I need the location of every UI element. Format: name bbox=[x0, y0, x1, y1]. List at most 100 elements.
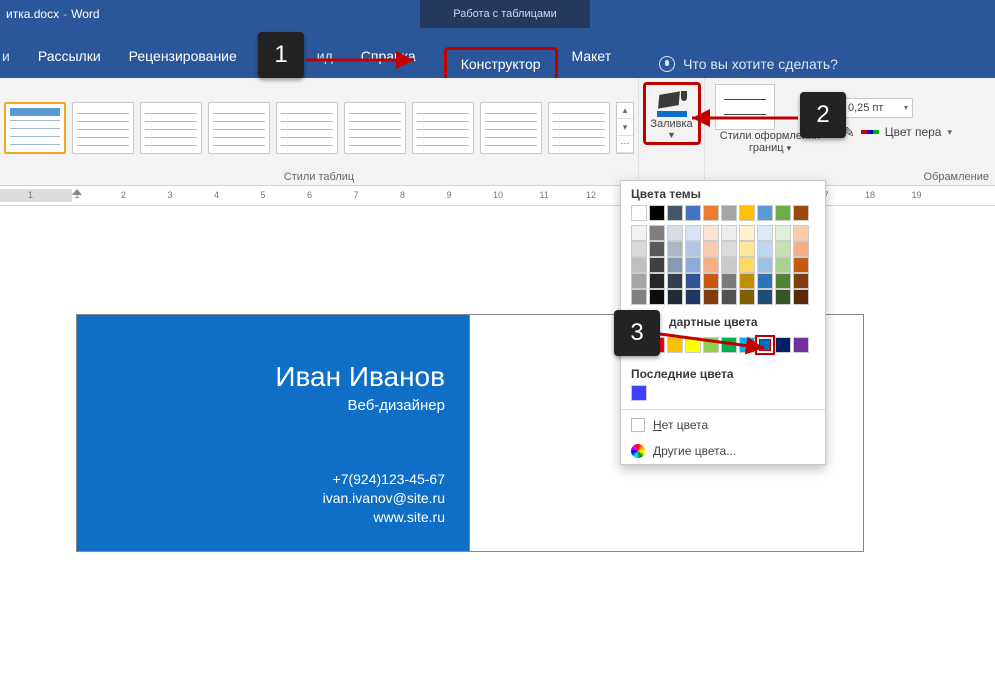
indent-marker-icon[interactable] bbox=[72, 187, 82, 203]
color-swatch[interactable] bbox=[775, 241, 791, 257]
border-width-dropdown[interactable]: 0,25 пт▾ bbox=[843, 98, 913, 118]
color-swatch[interactable] bbox=[721, 257, 737, 273]
color-swatch[interactable] bbox=[667, 225, 683, 241]
bulb-icon bbox=[659, 56, 675, 72]
color-swatch[interactable] bbox=[757, 289, 773, 305]
pen-color-dropdown[interactable]: ✎ Цвет пера ▾ bbox=[843, 124, 952, 141]
table-style-thumb[interactable] bbox=[548, 102, 610, 154]
color-swatch[interactable] bbox=[793, 205, 809, 221]
color-swatch[interactable] bbox=[793, 337, 809, 353]
table-style-thumb[interactable] bbox=[412, 102, 474, 154]
color-swatch[interactable] bbox=[739, 289, 755, 305]
ruler-number: 1 bbox=[28, 190, 33, 200]
table-style-thumb[interactable] bbox=[480, 102, 542, 154]
color-swatch[interactable] bbox=[793, 241, 809, 257]
table-style-thumb[interactable] bbox=[72, 102, 134, 154]
table-style-thumb[interactable] bbox=[4, 102, 66, 154]
color-swatch[interactable] bbox=[703, 273, 719, 289]
table-style-thumb[interactable] bbox=[344, 102, 406, 154]
color-swatch[interactable] bbox=[757, 257, 773, 273]
color-swatch[interactable] bbox=[757, 273, 773, 289]
tell-me-search[interactable]: Что вы хотите сделать? bbox=[659, 56, 838, 72]
color-swatch[interactable] bbox=[739, 205, 755, 221]
color-swatch[interactable] bbox=[649, 273, 665, 289]
color-swatch[interactable] bbox=[739, 257, 755, 273]
color-swatch[interactable] bbox=[793, 225, 809, 241]
color-swatch[interactable] bbox=[793, 273, 809, 289]
table-style-thumb[interactable] bbox=[208, 102, 270, 154]
color-swatch[interactable] bbox=[721, 289, 737, 305]
color-swatch[interactable] bbox=[793, 257, 809, 273]
color-swatch[interactable] bbox=[703, 241, 719, 257]
color-swatch[interactable] bbox=[739, 225, 755, 241]
tab-table-layout[interactable]: Макет bbox=[558, 40, 626, 72]
color-swatch[interactable] bbox=[757, 241, 773, 257]
color-swatch[interactable] bbox=[685, 241, 701, 257]
color-swatch[interactable] bbox=[775, 205, 791, 221]
recent-colors-label: Последние цвета bbox=[621, 361, 825, 385]
app-name: Word bbox=[71, 7, 99, 21]
card-email: ivan.ivanov@site.ru bbox=[77, 489, 445, 508]
tab-cut-left[interactable]: и bbox=[0, 40, 24, 72]
tab-mailings[interactable]: Рассылки bbox=[24, 40, 115, 72]
color-swatch[interactable] bbox=[721, 241, 737, 257]
color-swatch[interactable] bbox=[721, 273, 737, 289]
color-swatch[interactable] bbox=[685, 289, 701, 305]
color-swatch[interactable] bbox=[775, 225, 791, 241]
document-area[interactable]: Иван Иванов Веб-дизайнер +7(924)123-45-6… bbox=[0, 206, 995, 680]
color-swatch[interactable] bbox=[775, 289, 791, 305]
document-name: итка.docx bbox=[6, 7, 59, 21]
color-swatch[interactable] bbox=[667, 257, 683, 273]
color-swatch[interactable] bbox=[631, 273, 647, 289]
color-swatch[interactable] bbox=[721, 225, 737, 241]
color-swatch[interactable] bbox=[757, 225, 773, 241]
color-swatch[interactable] bbox=[685, 225, 701, 241]
color-swatch[interactable] bbox=[631, 289, 647, 305]
color-swatch[interactable] bbox=[649, 289, 665, 305]
card-site: www.site.ru bbox=[77, 508, 445, 527]
color-swatch[interactable] bbox=[739, 273, 755, 289]
color-swatch[interactable] bbox=[667, 289, 683, 305]
no-color-menuitem[interactable]: Нет цвета bbox=[621, 412, 825, 438]
ribbon-tabs: и Рассылки Рецензирование ид Справка Кон… bbox=[0, 28, 995, 78]
color-swatch[interactable] bbox=[739, 241, 755, 257]
color-swatch[interactable] bbox=[667, 205, 683, 221]
color-swatch[interactable] bbox=[631, 257, 647, 273]
color-swatch[interactable] bbox=[703, 257, 719, 273]
color-swatch[interactable] bbox=[649, 257, 665, 273]
callout-2: 2 bbox=[800, 92, 846, 138]
card-name: Иван Иванов bbox=[77, 361, 445, 393]
color-swatch[interactable] bbox=[721, 205, 737, 221]
color-swatch[interactable] bbox=[667, 273, 683, 289]
color-swatch[interactable] bbox=[703, 225, 719, 241]
color-swatch[interactable] bbox=[685, 205, 701, 221]
tab-table-design[interactable]: Конструктор bbox=[444, 47, 558, 81]
color-wheel-icon bbox=[631, 444, 645, 458]
color-swatch[interactable] bbox=[685, 257, 701, 273]
color-swatch[interactable] bbox=[631, 225, 647, 241]
ruler-number: 8 bbox=[400, 190, 405, 200]
color-swatch[interactable] bbox=[703, 205, 719, 221]
color-swatch[interactable] bbox=[649, 225, 665, 241]
color-swatch[interactable] bbox=[667, 241, 683, 257]
color-swatch[interactable] bbox=[793, 289, 809, 305]
color-swatch[interactable] bbox=[649, 205, 665, 221]
color-swatch[interactable] bbox=[775, 273, 791, 289]
color-swatch[interactable] bbox=[631, 205, 647, 221]
table-style-thumb[interactable] bbox=[276, 102, 338, 154]
color-swatch[interactable] bbox=[775, 257, 791, 273]
color-swatch[interactable] bbox=[685, 273, 701, 289]
color-swatch[interactable] bbox=[649, 241, 665, 257]
color-swatch[interactable] bbox=[631, 241, 647, 257]
ruler-number: 4 bbox=[214, 190, 219, 200]
color-swatch[interactable] bbox=[757, 205, 773, 221]
horizontal-ruler[interactable]: 112345678910111213141516171819 bbox=[0, 186, 995, 206]
color-swatch[interactable] bbox=[631, 385, 647, 401]
business-card-cell-filled[interactable]: Иван Иванов Веб-дизайнер +7(924)123-45-6… bbox=[76, 314, 470, 552]
theme-colors-label: Цвета темы bbox=[621, 181, 825, 205]
table-style-thumb[interactable] bbox=[140, 102, 202, 154]
color-swatch[interactable] bbox=[703, 289, 719, 305]
more-colors-menuitem[interactable]: Другие цвета... bbox=[621, 438, 825, 464]
table-styles-more[interactable]: ▴▾⋯ bbox=[616, 102, 634, 154]
tab-review[interactable]: Рецензирование bbox=[115, 40, 251, 72]
